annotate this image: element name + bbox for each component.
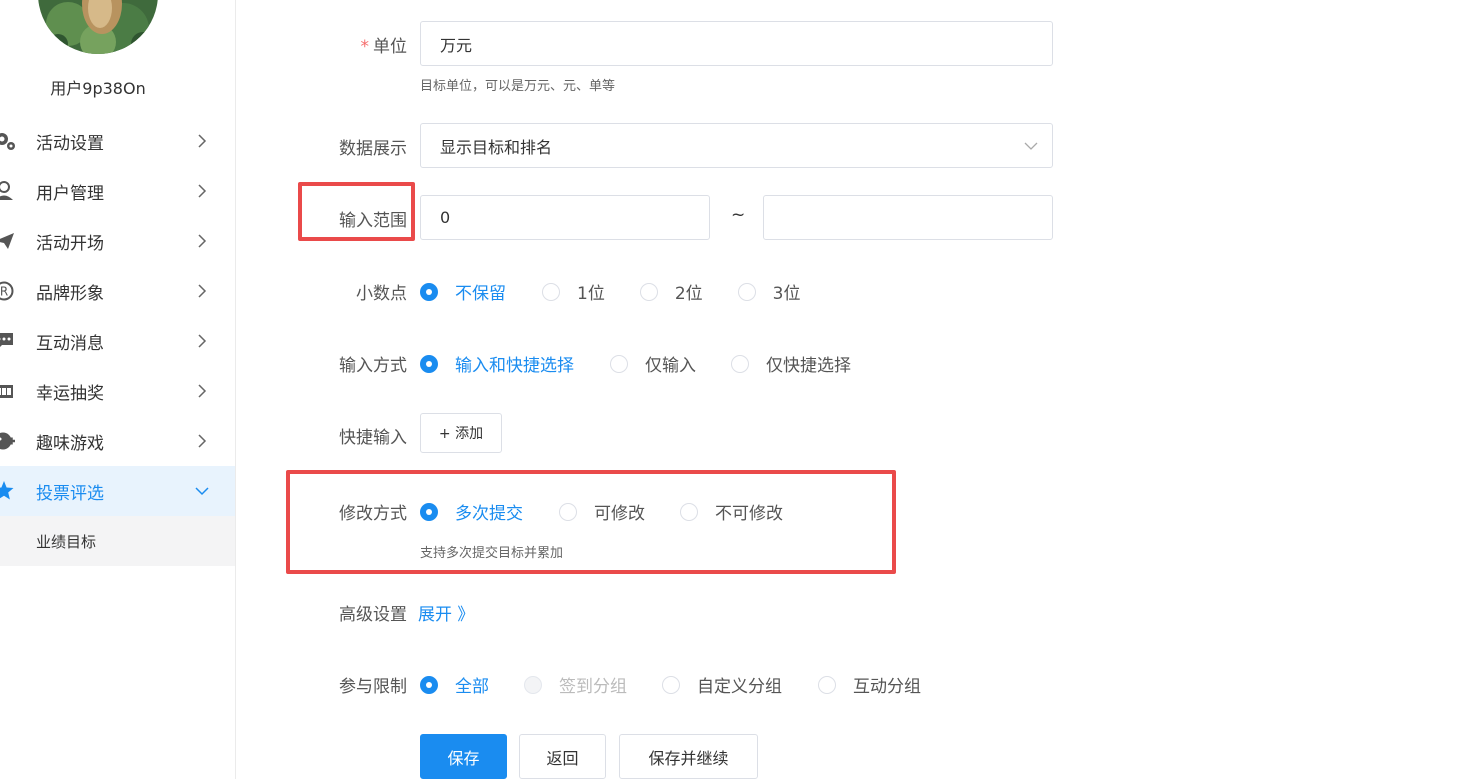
chevron-right-icon bbox=[198, 234, 207, 248]
radio-dot bbox=[639, 282, 658, 301]
save-button[interactable]: 保存 bbox=[420, 734, 507, 779]
gear-icon bbox=[0, 133, 15, 150]
registered-icon: R bbox=[0, 281, 14, 301]
form-area: * 单位 万元 目标单位，可以是万元、元、单等 数据展示 显示目标和排名 输入范围… bbox=[257, 0, 1469, 779]
radio-dot bbox=[737, 282, 756, 301]
radio-dot bbox=[818, 675, 836, 694]
sidebar-item-label: 幸运抽奖 bbox=[36, 383, 104, 404]
radio-dot bbox=[524, 675, 542, 694]
limit-label: 参与限制 bbox=[339, 677, 407, 697]
sidebar-subitem-label: 业绩目标 bbox=[36, 532, 97, 551]
range-max-input[interactable] bbox=[763, 195, 1053, 240]
sidebar-item-activity-settings[interactable]: 活动设置 bbox=[0, 116, 235, 166]
chevron-right-icon bbox=[198, 434, 207, 448]
radio-dot bbox=[662, 675, 680, 694]
decimal-radio-group: 不保留 1位 2位 3位 bbox=[420, 279, 800, 304]
chevron-right-icon bbox=[198, 184, 207, 198]
chevron-right-icon bbox=[198, 134, 207, 148]
chevron-down-icon bbox=[1024, 142, 1038, 150]
limit-option-interactive-group[interactable]: 互动分组 bbox=[818, 672, 921, 697]
range-min-input[interactable]: 0 bbox=[420, 195, 710, 240]
decimal-option-2[interactable]: 2位 bbox=[639, 279, 703, 304]
advanced-expand-link[interactable]: 展开 》 bbox=[418, 600, 474, 625]
sidebar-item-brand-image[interactable]: R 品牌形象 bbox=[0, 266, 235, 316]
input-mode-option-input[interactable]: 仅输入 bbox=[610, 351, 696, 376]
decimal-option-1[interactable]: 1位 bbox=[542, 279, 605, 304]
unit-label: * 单位 bbox=[360, 37, 408, 57]
sidebar-item-fun-games[interactable]: 趣味游戏 bbox=[0, 416, 235, 466]
decimal-label: 小数点 bbox=[356, 284, 407, 304]
star-icon bbox=[0, 481, 14, 500]
decimal-option-3[interactable]: 3位 bbox=[737, 279, 800, 304]
chevron-down-icon bbox=[195, 487, 209, 496]
radio-dot bbox=[420, 282, 438, 301]
required-mark: * bbox=[360, 37, 370, 57]
sidebar-item-label: 品牌形象 bbox=[36, 283, 104, 304]
input-mode-option-both[interactable]: 输入和快捷选择 bbox=[420, 351, 574, 376]
add-quick-input-button[interactable]: + 添加 bbox=[420, 413, 502, 453]
sidebar: 用户9p38On 活动设置 用户管理 活动开场 R 品牌形象 互动消息 幸运抽奖… bbox=[0, 0, 236, 779]
highlight-box-modify bbox=[286, 470, 896, 574]
sidebar-item-label: 活动设置 bbox=[36, 133, 104, 154]
radio-dot bbox=[420, 354, 438, 373]
lottery-icon bbox=[0, 385, 13, 398]
quick-input-label: 快捷输入 bbox=[339, 428, 407, 448]
range-separator: ~ bbox=[731, 205, 746, 225]
radio-dot bbox=[731, 354, 749, 373]
input-mode-option-quick[interactable]: 仅快捷选择 bbox=[731, 351, 851, 376]
highlight-box-range bbox=[298, 182, 415, 241]
radio-dot bbox=[420, 675, 438, 694]
input-mode-label: 输入方式 bbox=[339, 356, 407, 376]
paper-plane-icon bbox=[0, 233, 14, 249]
sidebar-item-activity-opening[interactable]: 活动开场 bbox=[0, 216, 235, 266]
sidebar-item-user-management[interactable]: 用户管理 bbox=[0, 166, 235, 216]
sidebar-menu: 活动设置 用户管理 活动开场 R 品牌形象 互动消息 幸运抽奖 趣味游戏 投票评… bbox=[0, 116, 235, 566]
svg-text:R: R bbox=[0, 285, 8, 299]
back-button[interactable]: 返回 bbox=[519, 734, 606, 779]
limit-option-checkin-group: 签到分组 bbox=[524, 672, 627, 697]
sidebar-item-label: 投票评选 bbox=[36, 483, 104, 504]
unit-hint: 目标单位，可以是万元、元、单等 bbox=[420, 79, 616, 94]
radio-dot bbox=[542, 282, 560, 301]
sidebar-item-label: 用户管理 bbox=[36, 183, 104, 204]
advanced-label: 高级设置 bbox=[339, 605, 407, 625]
sidebar-subitem-performance-target[interactable]: 业绩目标 bbox=[0, 516, 235, 566]
chevron-right-icon bbox=[198, 334, 207, 348]
chevron-right-icon bbox=[198, 384, 207, 398]
sidebar-item-interactive-messages[interactable]: 互动消息 bbox=[0, 316, 235, 366]
chevron-right-icon bbox=[198, 284, 207, 298]
avatar[interactable] bbox=[38, 0, 158, 54]
display-label: 数据展示 bbox=[339, 139, 407, 159]
limit-option-all[interactable]: 全部 bbox=[420, 672, 489, 697]
sidebar-item-label: 趣味游戏 bbox=[36, 433, 104, 454]
limit-radio-group: 全部 签到分组 自定义分组 互动分组 bbox=[420, 672, 921, 697]
input-mode-radio-group: 输入和快捷选择 仅输入 仅快捷选择 bbox=[420, 351, 851, 376]
sidebar-item-lucky-draw[interactable]: 幸运抽奖 bbox=[0, 366, 235, 416]
chat-icon bbox=[0, 333, 13, 347]
radio-dot bbox=[610, 354, 628, 373]
sidebar-item-label: 活动开场 bbox=[36, 233, 104, 254]
user-icon bbox=[0, 181, 13, 200]
limit-option-custom-group[interactable]: 自定义分组 bbox=[662, 672, 782, 697]
display-select[interactable]: 显示目标和排名 bbox=[420, 123, 1053, 168]
sidebar-item-label: 互动消息 bbox=[36, 333, 104, 354]
decimal-option-none[interactable]: 不保留 bbox=[420, 279, 506, 304]
username: 用户9p38On bbox=[50, 79, 146, 98]
save-continue-button[interactable]: 保存并继续 bbox=[619, 734, 758, 779]
gamepad-icon bbox=[0, 432, 15, 450]
display-select-value: 显示目标和排名 bbox=[440, 137, 553, 157]
sidebar-item-voting[interactable]: 投票评选 bbox=[0, 466, 235, 516]
unit-input[interactable]: 万元 bbox=[420, 21, 1053, 66]
